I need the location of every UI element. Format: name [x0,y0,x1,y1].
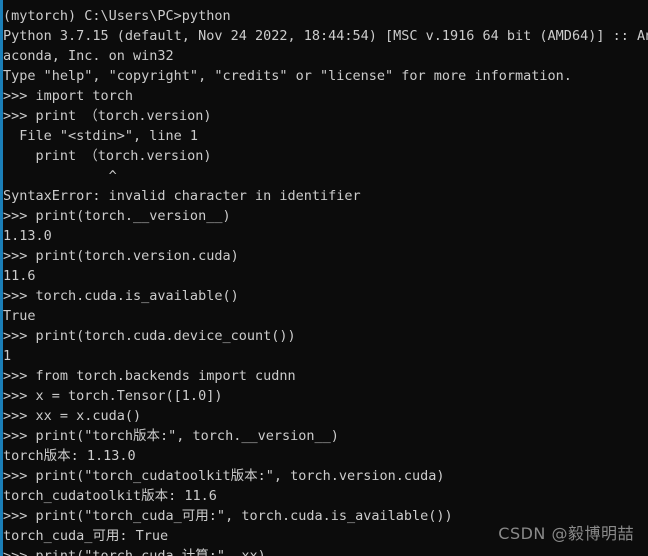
console-line: >>> import torch [3,88,134,104]
console-line: 1.13.0 [3,228,52,244]
console-line: >>> print(torch.__version__) [3,208,231,224]
console-line: torch版本: 1.13.0 [3,448,136,464]
console-line: File "<stdin>", line 1 [3,128,199,144]
console-line: >>> x = torch.Tensor([1.0]) [3,388,223,404]
console-line: print （torch.version) [3,148,212,164]
console-line: >>> print （torch.version) [3,108,212,124]
console-line: (mytorch) C:\Users\PC>python [3,8,231,24]
console-line: >>> torch.cuda.is_available() [3,288,239,304]
console-line: 1 [3,348,12,364]
console-line: Python 3.7.15 (default, Nov 24 2022, 18:… [3,28,648,44]
console-line: ^ [3,168,117,184]
console-line: >>> print("torch_cuda_计算:", xx) [3,548,266,556]
console-line: >>> print("torch_cudatoolkit版本:", torch.… [3,468,445,484]
console-line: 11.6 [3,268,36,284]
console-output-area[interactable]: (mytorch) C:\Users\PC>python Python 3.7.1… [0,6,648,556]
console-line: torch_cudatoolkit版本: 11.6 [3,488,217,504]
csdn-watermark: CSDN @毅博明喆 [498,524,634,543]
console-line: >>> print(torch.version.cuda) [3,248,239,264]
console-window[interactable]: (mytorch) C:\Users\PC>python Python 3.7.1… [0,0,648,556]
console-line: aconda, Inc. on win32 [3,48,174,64]
console-line: >>> print(torch.cuda.device_count()) [3,328,296,344]
console-line: >>> from torch.backends import cudnn [3,368,296,384]
console-line: >>> print("torch版本:", torch.__version__) [3,428,339,444]
console-line: SyntaxError: invalid character in identi… [3,188,361,204]
console-line: Type "help", "copyright", "credits" or "… [3,68,572,84]
console-line: True [3,308,36,324]
console-line: >>> xx = x.cuda() [3,408,142,424]
